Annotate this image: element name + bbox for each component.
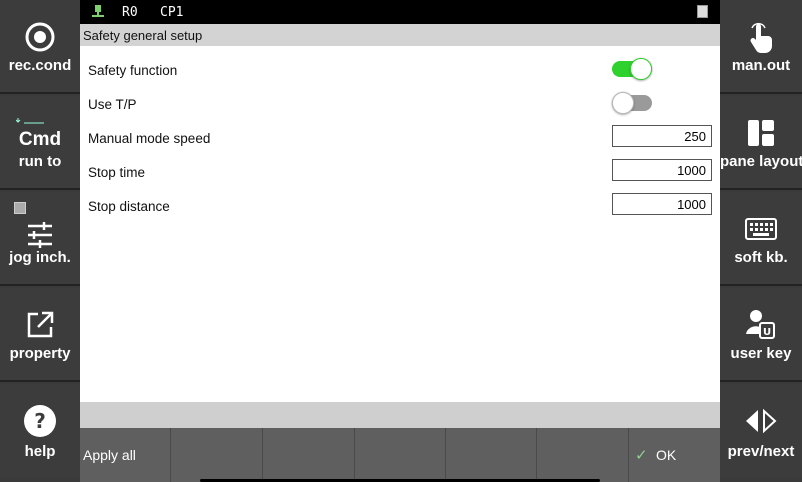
page-title: Safety general setup bbox=[80, 24, 720, 46]
apply-all-button[interactable]: Apply all bbox=[80, 428, 171, 482]
property-button[interactable]: property bbox=[0, 288, 80, 382]
prev-next-button[interactable]: prev/next bbox=[720, 384, 802, 478]
robot-id: R0 bbox=[122, 5, 138, 20]
pane-layout-label: pane layout bbox=[720, 153, 802, 170]
message-strip bbox=[80, 402, 720, 428]
rec-cond-label: rec.cond bbox=[8, 57, 72, 74]
hand-pointer-icon bbox=[744, 20, 778, 54]
user-key-button[interactable]: U user key bbox=[720, 288, 802, 382]
cmd-icon: Cmd bbox=[18, 129, 62, 150]
bottom-toolbar: Apply all ✓ OK bbox=[80, 428, 720, 482]
apply-all-label: Apply all bbox=[83, 447, 136, 463]
jog-inch-label: jog inch. bbox=[9, 249, 71, 266]
help-button[interactable]: ? help bbox=[0, 384, 80, 478]
app-root: rec.cond Cmd run to jog inch. property ?… bbox=[0, 0, 802, 482]
stop-time-label: Stop time bbox=[88, 165, 146, 180]
program-id: CP1 bbox=[160, 5, 184, 20]
use-tp-toggle[interactable] bbox=[612, 92, 652, 114]
stop-distance-row: Stop distance 1000 bbox=[88, 190, 712, 220]
keyboard-icon bbox=[744, 212, 778, 246]
status-bar: R0 CP1 bbox=[80, 0, 720, 24]
jog-checkbox[interactable] bbox=[14, 202, 26, 214]
toggle-knob bbox=[630, 58, 652, 80]
use-tp-label: Use T/P bbox=[88, 97, 137, 112]
external-link-icon bbox=[23, 308, 57, 342]
cmd-marker-icon bbox=[15, 112, 44, 124]
layout-icon bbox=[744, 116, 778, 150]
rec-cond-button[interactable]: rec.cond bbox=[0, 0, 80, 94]
record-icon bbox=[23, 20, 57, 54]
svg-text:?: ? bbox=[34, 409, 46, 433]
jog-inch-button[interactable]: jog inch. bbox=[0, 192, 80, 286]
run-to-button[interactable]: Cmd run to bbox=[0, 96, 80, 190]
ok-label: OK bbox=[656, 447, 677, 463]
toggle-knob bbox=[612, 92, 634, 114]
stop-time-row: Stop time 1000 bbox=[88, 156, 712, 186]
help-icon: ? bbox=[23, 404, 57, 438]
svg-text:U: U bbox=[763, 327, 771, 338]
prev-next-label: prev/next bbox=[727, 443, 795, 460]
use-tp-row: Use T/P bbox=[88, 88, 712, 118]
run-to-label: run to bbox=[18, 153, 62, 170]
stop-time-field[interactable]: 1000 bbox=[612, 159, 712, 181]
prev-next-icon bbox=[744, 404, 778, 438]
user-key-icon: U bbox=[744, 308, 778, 342]
stop-distance-label: Stop distance bbox=[88, 199, 170, 214]
right-sidebar: man.out pane layout soft kb. U user key … bbox=[720, 0, 802, 482]
robot-status-icon bbox=[90, 4, 106, 20]
manual-mode-speed-label: Manual mode speed bbox=[88, 131, 211, 146]
man-out-button[interactable]: man.out bbox=[720, 0, 802, 94]
function-key-6[interactable] bbox=[537, 428, 629, 482]
man-out-label: man.out bbox=[731, 57, 791, 74]
soft-kb-label: soft kb. bbox=[734, 249, 788, 266]
sliders-icon bbox=[23, 218, 57, 252]
pane-layout-button[interactable]: pane layout bbox=[720, 96, 802, 190]
document-icon[interactable] bbox=[697, 5, 708, 18]
user-key-label: user key bbox=[730, 345, 792, 362]
safety-function-label: Safety function bbox=[88, 63, 178, 78]
check-icon: ✓ bbox=[635, 447, 648, 464]
ok-button[interactable]: ✓ OK bbox=[629, 428, 720, 482]
stop-distance-field[interactable]: 1000 bbox=[612, 193, 712, 215]
function-key-2[interactable] bbox=[171, 428, 263, 482]
manual-mode-speed-field[interactable]: 250 bbox=[612, 125, 712, 147]
property-label: property bbox=[9, 345, 71, 362]
safety-function-row: Safety function bbox=[88, 54, 712, 84]
function-key-4[interactable] bbox=[355, 428, 446, 482]
manual-mode-speed-row: Manual mode speed 250 bbox=[88, 122, 712, 152]
left-sidebar: rec.cond Cmd run to jog inch. property ?… bbox=[0, 0, 80, 482]
function-key-5[interactable] bbox=[446, 428, 537, 482]
soft-kb-button[interactable]: soft kb. bbox=[720, 192, 802, 286]
settings-panel: Safety function Use T/P Manual mode spee… bbox=[80, 46, 720, 402]
safety-function-toggle[interactable] bbox=[612, 58, 652, 80]
help-label: help bbox=[24, 443, 56, 460]
function-key-3[interactable] bbox=[263, 428, 355, 482]
